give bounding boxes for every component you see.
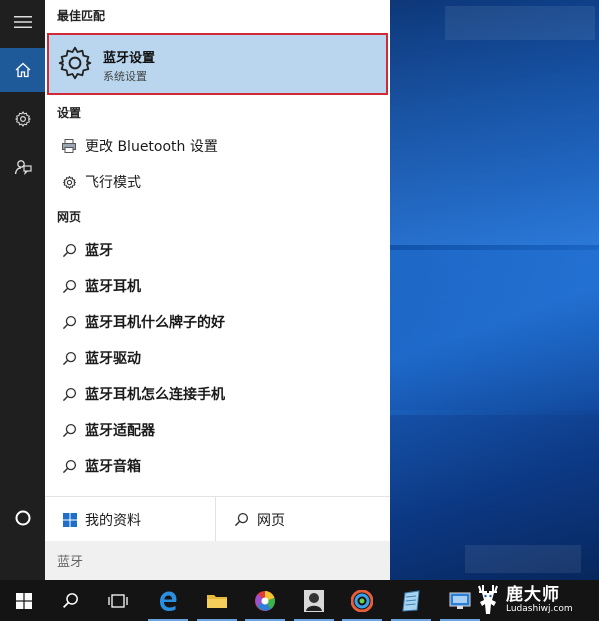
taskbar-file-explorer[interactable] [193, 580, 241, 621]
file-explorer-icon [207, 594, 227, 608]
settings-item-label: 更改 Bluetooth 设置 [85, 139, 218, 155]
web-header: 网页 [57, 210, 82, 224]
hamburger-menu-icon [13, 16, 32, 28]
web-suggestion-item[interactable]: 蓝牙耳机怎么连接手机 [45, 377, 390, 411]
color-picker-app-icon [351, 589, 373, 612]
settings-item-airplane-mode[interactable]: 飞行模式 [45, 165, 390, 199]
deer-logo-icon [478, 585, 498, 614]
web-suggestion-label: 蓝牙耳机怎么连接手机 [85, 387, 225, 403]
web-suggestion-item[interactable]: 蓝牙 [45, 233, 390, 267]
cortana-circle-icon [15, 510, 30, 526]
web-suggestion-item[interactable]: 蓝牙耳机 [45, 269, 390, 303]
taskbar-notepad-app[interactable] [387, 580, 435, 621]
web-suggestion-item[interactable]: 蓝牙适配器 [45, 413, 390, 447]
my-stuff-label: 我的资料 [85, 512, 141, 529]
cortana-button[interactable] [0, 496, 45, 540]
watermark-cn: 鹿大师 [506, 585, 560, 605]
search-icon [62, 243, 77, 257]
gear-icon [14, 111, 31, 127]
web-suggestion-label: 蓝牙 [85, 243, 113, 259]
remote-app-icon [449, 592, 471, 609]
search-results-panel: 最佳匹配 蓝牙设置 系统设置 设置 更改 Bluetooth 设置 飞行模式 网 [45, 0, 390, 580]
taskbar: 鹿大师 Ludashiwj.com [0, 580, 599, 621]
windows-logo-icon [63, 512, 77, 527]
web-suggestion-label: 蓝牙耳机什么牌子的好 [85, 315, 225, 331]
search-icon [62, 351, 77, 365]
edge-icon [160, 591, 177, 611]
settings-item-label: 飞行模式 [85, 175, 141, 191]
notepad-app-icon [402, 589, 420, 612]
web-suggestion-item[interactable]: 蓝牙耳机什么牌子的好 [45, 305, 390, 339]
gear-icon [63, 175, 76, 189]
start-button[interactable] [0, 580, 48, 621]
gear-icon [58, 46, 92, 80]
taskbar-edge[interactable] [144, 580, 192, 621]
taskbar-search-button[interactable] [46, 580, 94, 621]
feedback-button[interactable] [0, 145, 45, 189]
search-icon [62, 423, 77, 437]
watermark: 鹿大师 Ludashiwj.com [473, 582, 593, 618]
search-icon [234, 512, 249, 527]
settings-header: 设置 [57, 106, 82, 120]
taskbar-photo-app[interactable] [290, 580, 338, 621]
settings-item-change-bluetooth[interactable]: 更改 Bluetooth 设置 [45, 129, 390, 163]
search-icon [62, 279, 77, 293]
web-suggestion-label: 蓝牙适配器 [85, 423, 155, 439]
start-left-rail [0, 0, 45, 580]
taskbar-color-wheel-app[interactable] [241, 580, 289, 621]
home-button[interactable] [0, 48, 45, 92]
hamburger-menu-button[interactable] [0, 0, 45, 44]
best-match-subtitle: 系统设置 [103, 70, 147, 83]
my-stuff-button[interactable]: 我的资料 [45, 497, 216, 542]
blurred-desktop-icon [445, 6, 595, 40]
search-icon [62, 593, 78, 609]
bottom-filter-bar: 我的资料 网页 [45, 496, 390, 542]
search-icon [62, 459, 77, 473]
best-match-bluetooth-settings[interactable]: 蓝牙设置 系统设置 [47, 33, 388, 95]
search-input[interactable]: 蓝牙 [45, 541, 390, 580]
windows-start-icon [16, 592, 32, 609]
task-view-icon [108, 593, 128, 608]
search-icon [62, 315, 77, 329]
web-suggestion-label: 蓝牙驱动 [85, 351, 141, 367]
printer-icon [62, 139, 76, 153]
search-icon [62, 387, 77, 401]
blurred-desktop-icon [465, 545, 581, 573]
taskbar-color-picker-app[interactable] [338, 580, 386, 621]
settings-button[interactable] [0, 97, 45, 141]
web-suggestion-item[interactable]: 蓝牙音箱 [45, 449, 390, 483]
task-view-button[interactable] [94, 580, 142, 621]
web-suggestion-label: 蓝牙耳机 [85, 279, 141, 295]
search-input-text: 蓝牙 [57, 555, 84, 570]
web-filter-label: 网页 [257, 512, 285, 529]
web-suggestion-label: 蓝牙音箱 [85, 459, 141, 475]
photo-app-icon [304, 589, 324, 612]
best-match-title: 蓝牙设置 [103, 51, 156, 66]
color-wheel-app-icon [255, 590, 275, 611]
web-suggestion-item[interactable]: 蓝牙驱动 [45, 341, 390, 375]
feedback-icon [14, 160, 32, 176]
desktop-wallpaper [390, 0, 599, 580]
watermark-en: Ludashiwj.com [506, 604, 573, 614]
best-match-header: 最佳匹配 [57, 9, 106, 23]
web-filter-button[interactable]: 网页 [217, 497, 390, 542]
home-icon [15, 62, 30, 78]
